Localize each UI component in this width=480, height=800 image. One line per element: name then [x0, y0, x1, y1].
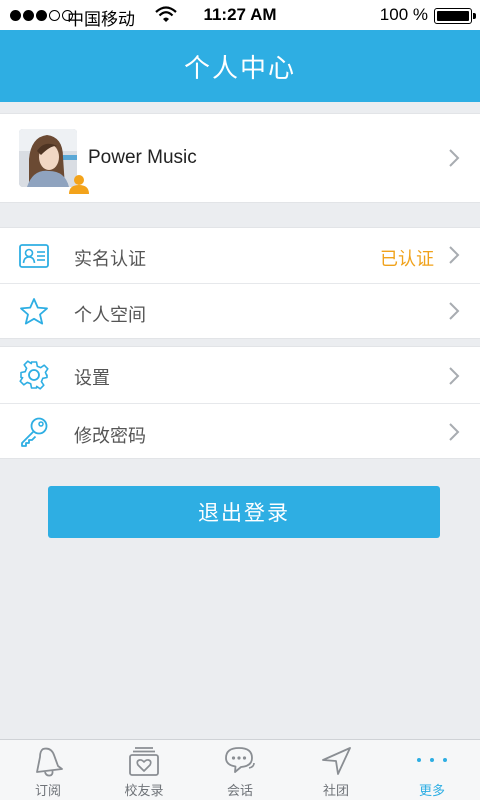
id-card-icon	[19, 244, 49, 268]
verified-status: 已认证	[380, 249, 434, 270]
page-title: 个人中心	[183, 53, 296, 84]
tab-subscribe[interactable]: 订阅	[0, 740, 96, 800]
row-label: 设置	[74, 368, 110, 389]
user-badge-icon	[69, 175, 89, 194]
navigation-arrow-icon	[322, 747, 351, 775]
nav-bar: 个人中心	[0, 30, 480, 102]
battery-icon	[434, 8, 476, 24]
tab-more[interactable]: 更多	[384, 740, 480, 800]
screen: 中国移动 11:27 AM 100 % 个人中心 Power Music 实名认…	[0, 0, 480, 800]
real-name-verification-row[interactable]: 实名认证 已认证	[0, 228, 480, 283]
chevron-right-icon	[449, 246, 460, 264]
tab-bar: 订阅 校友录 会话 社团 更多	[0, 739, 480, 800]
tab-label: 校友录	[124, 784, 164, 799]
change-password-row[interactable]: 修改密码	[0, 403, 480, 458]
chevron-right-icon	[449, 149, 460, 167]
chevron-right-icon	[449, 367, 460, 385]
tab-label: 订阅	[34, 784, 61, 799]
tab-label: 社团	[322, 784, 349, 799]
profile-card[interactable]: Power Music	[0, 113, 480, 203]
account-settings-group: 实名认证 已认证 个人空间	[0, 227, 480, 339]
status-bar: 中国移动 11:27 AM 100 %	[0, 0, 480, 30]
chevron-right-icon	[449, 302, 460, 320]
tab-label: 更多	[418, 784, 445, 799]
gear-icon	[19, 360, 49, 390]
personal-space-row[interactable]: 个人空间	[0, 283, 480, 338]
row-label: 个人空间	[74, 305, 146, 326]
battery-percentage: 100 %	[379, 5, 428, 24]
key-icon	[21, 417, 48, 447]
profile-name: Power Music	[88, 147, 197, 168]
star-icon	[20, 298, 48, 325]
tab-label: 会话	[226, 784, 253, 799]
more-dots-icon	[417, 758, 447, 762]
settings-row[interactable]: 设置	[0, 347, 480, 403]
chevron-right-icon	[449, 423, 460, 441]
yearbook-heart-icon	[129, 747, 159, 776]
tab-chat[interactable]: 会话	[192, 740, 288, 800]
chat-bubbles-icon	[225, 747, 255, 773]
logout-button[interactable]: 退出登录	[48, 486, 440, 538]
bell-icon	[36, 747, 63, 777]
row-label: 实名认证	[74, 249, 146, 270]
row-label: 修改密码	[74, 426, 146, 447]
app-settings-group: 设置 修改密码	[0, 346, 480, 459]
tab-clubs[interactable]: 社团	[288, 740, 384, 800]
tab-alumni[interactable]: 校友录	[96, 740, 192, 800]
